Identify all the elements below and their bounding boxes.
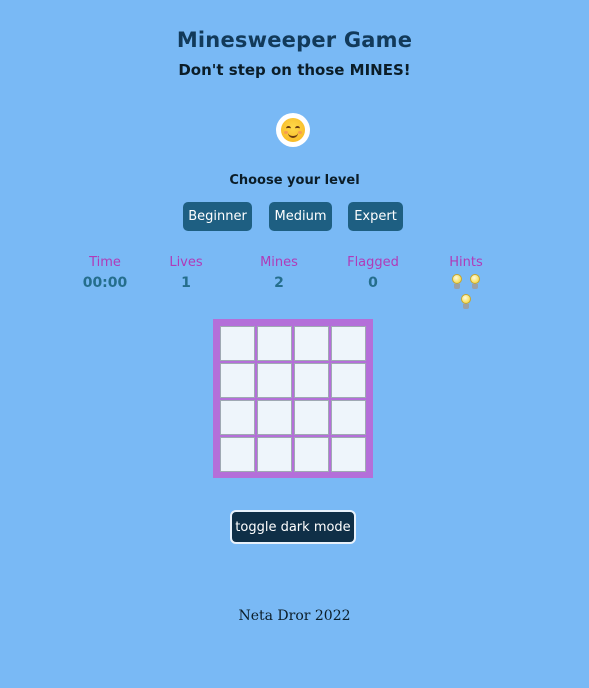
smiley-restart-button[interactable]: [276, 113, 310, 147]
board-cell[interactable]: [257, 437, 292, 472]
page-title: Minesweeper Game: [176, 28, 413, 52]
time-label: Time: [89, 255, 121, 270]
hints-label: Hints: [449, 255, 483, 270]
board-cell[interactable]: [331, 437, 366, 472]
board-cell[interactable]: [220, 437, 255, 472]
board-grid: [220, 326, 366, 472]
mines-stat: Mines 2: [239, 255, 319, 292]
flagged-label: Flagged: [347, 255, 399, 270]
game-board: [213, 319, 373, 478]
board-cell[interactable]: [257, 326, 292, 361]
medium-level-button[interactable]: Medium: [269, 202, 332, 231]
flagged-stat: Flagged 0: [333, 255, 413, 292]
board-cell[interactable]: [294, 363, 329, 398]
board-cell[interactable]: [220, 400, 255, 435]
board-cell[interactable]: [331, 326, 366, 361]
board-cell[interactable]: [294, 400, 329, 435]
flagged-value: 0: [368, 275, 378, 291]
board-cell[interactable]: [220, 363, 255, 398]
page-subtitle: Don't step on those MINES!: [178, 61, 411, 79]
hints-stat: Hints: [426, 255, 506, 271]
lightbulb-icon[interactable]: [451, 274, 463, 291]
board-cell[interactable]: [331, 400, 366, 435]
smiling-face-icon: [281, 118, 305, 142]
lightbulb-icon[interactable]: [460, 294, 472, 311]
board-cell[interactable]: [294, 437, 329, 472]
level-prompt: Choose your level: [229, 173, 360, 188]
beginner-level-button[interactable]: Beginner: [183, 202, 252, 231]
lives-stat: Lives 1: [146, 255, 226, 292]
footer-credit: Neta Dror 2022: [238, 608, 351, 624]
mines-value: 2: [274, 275, 284, 291]
hints-container: [446, 273, 486, 313]
lives-label: Lives: [169, 255, 203, 270]
board-cell[interactable]: [257, 400, 292, 435]
board-cell[interactable]: [331, 363, 366, 398]
time-value: 00:00: [82, 275, 128, 291]
time-stat: Time 00:00: [65, 255, 145, 292]
lightbulb-icon[interactable]: [469, 274, 481, 291]
mines-label: Mines: [260, 255, 298, 270]
dark-mode-toggle-button[interactable]: toggle dark mode: [230, 510, 356, 544]
expert-level-button[interactable]: Expert: [348, 202, 403, 231]
board-cell[interactable]: [294, 326, 329, 361]
board-cell[interactable]: [257, 363, 292, 398]
board-cell[interactable]: [220, 326, 255, 361]
lives-value: 1: [181, 275, 191, 291]
